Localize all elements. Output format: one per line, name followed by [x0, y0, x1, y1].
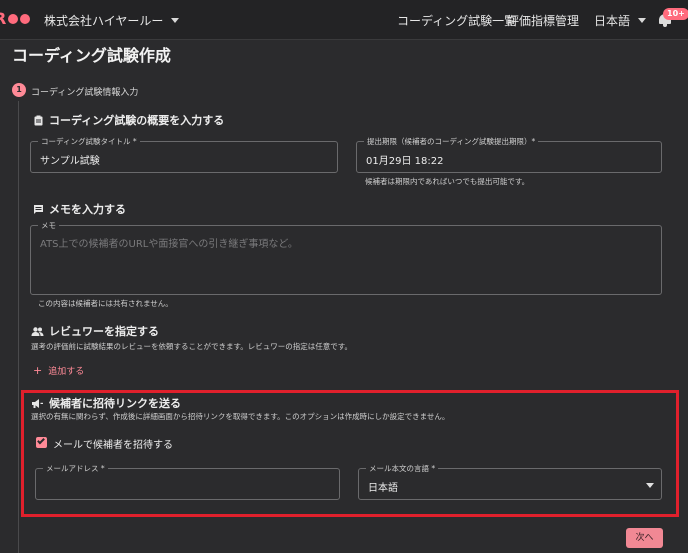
- logo-mark-r: R: [0, 9, 7, 28]
- page-title: コーディング試験作成: [12, 46, 171, 65]
- next-button[interactable]: 次へ: [626, 528, 663, 548]
- logo-mark-dot: [20, 14, 31, 24]
- email-label: メールアドレス *: [43, 463, 108, 474]
- step-connector: [18, 101, 19, 553]
- logo-mark-dot: [8, 14, 19, 24]
- email-language-value: 日本語: [368, 483, 398, 494]
- clipboard-icon: [33, 115, 44, 126]
- memo-placeholder: ATS上での候補者のURLや面接官への引き継ぎ事項など。: [40, 239, 298, 250]
- invite-by-email-label[interactable]: メールで候補者を招待する: [53, 436, 173, 451]
- deadline-label: 提出期限（候補者のコーディング試験提出期限）*: [364, 136, 539, 147]
- megaphone-icon: [31, 398, 44, 409]
- test-title-label: コーディング試験タイトル *: [38, 136, 140, 147]
- email-field[interactable]: メールアドレス *: [35, 463, 340, 500]
- invite-by-email-checkbox[interactable]: [36, 436, 47, 448]
- memo-helper-text: この内容は候補者には共有されません。: [38, 299, 173, 308]
- company-switcher[interactable]: 株式会社ハイヤールー: [44, 12, 180, 29]
- deadline-value: 01月29日 18:22: [366, 156, 444, 167]
- top-bar: R 株式会社ハイヤールー コーディング試験一覧 評価指標管理 日本語 10+: [0, 0, 688, 40]
- chevron-down-icon: [646, 483, 654, 488]
- chevron-down-icon: [171, 18, 180, 23]
- deadline-helper-text: 候補者は期限内であればいつでも提出可能です。: [365, 177, 530, 186]
- plus-icon: +: [33, 364, 43, 377]
- app-logo[interactable]: R: [0, 8, 31, 30]
- notification-badge: 10+: [663, 8, 688, 20]
- invite-description: 選択の有無に関わらず、作成後に詳細画面から招待リンクを取得できます。このオプショ…: [31, 412, 450, 421]
- reviewer-section-title: レビュワーを指定する: [31, 323, 159, 339]
- people-icon: [31, 326, 44, 337]
- add-reviewer-button[interactable]: + 追加する: [33, 364, 84, 377]
- reviewer-description: 選考の評価前に試験結果のレビューを依頼することができます。レビュワーの指定は任意…: [31, 342, 352, 351]
- step-number-badge: 1: [12, 83, 26, 97]
- chevron-down-icon: [638, 18, 647, 23]
- test-title-field[interactable]: コーディング試験タイトル * サンプル試験: [30, 136, 338, 173]
- deadline-field[interactable]: 提出期限（候補者のコーディング試験提出期限）* 01月29日 18:22: [356, 136, 662, 173]
- memo-section-title: メモを入力する: [33, 201, 126, 217]
- language-label: 日本語: [594, 14, 631, 28]
- overview-section-title: コーディング試験の概要を入力する: [33, 112, 224, 128]
- step-label: コーディング試験情報入力: [31, 88, 139, 98]
- nav-coding-tests[interactable]: コーディング試験一覧: [397, 12, 516, 29]
- memo-label: メモ: [38, 220, 59, 231]
- language-switcher[interactable]: 日本語: [594, 12, 647, 29]
- company-name: 株式会社ハイヤールー: [44, 14, 164, 28]
- invite-section-title: 候補者に招待リンクを送る: [31, 395, 181, 411]
- test-title-value: サンプル試験: [40, 156, 100, 167]
- nav-evaluation-metrics[interactable]: 評価指標管理: [507, 12, 579, 29]
- comment-icon: [33, 204, 44, 215]
- email-language-select[interactable]: メール本文の言語 * 日本語: [358, 463, 662, 500]
- memo-textarea[interactable]: メモ ATS上での候補者のURLや面接官への引き継ぎ事項など。: [30, 220, 662, 295]
- email-language-label: メール本文の言語 *: [366, 463, 439, 474]
- check-icon: [37, 436, 45, 445]
